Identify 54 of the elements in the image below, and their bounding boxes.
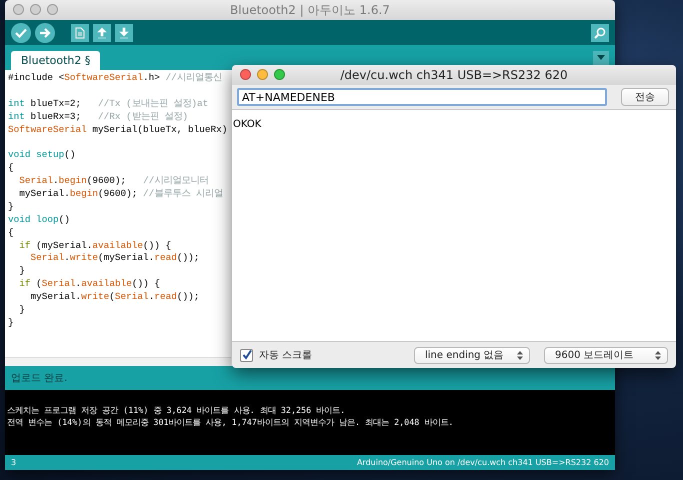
serial-monitor-button[interactable] xyxy=(591,24,609,42)
window-title: Bluetooth2 | 아두이노 1.6.7 xyxy=(230,2,390,18)
code-line: { xyxy=(8,226,14,240)
code-line: } xyxy=(8,316,14,330)
open-button[interactable] xyxy=(93,24,111,42)
console-line: 스케치는 프로그램 저장 공간 (11%) 중 3,624 바이트를 사용. 최대 32,256 바이트. xyxy=(7,404,346,416)
horizontal-scrollbar[interactable] xyxy=(5,357,231,366)
send-button[interactable]: 전송 xyxy=(621,88,669,106)
arrow-up-icon xyxy=(97,26,107,38)
line-ending-select[interactable]: line ending 없음 xyxy=(414,346,530,364)
new-button[interactable] xyxy=(71,24,89,42)
updown-icon xyxy=(655,350,661,360)
output-text: OKOK xyxy=(233,119,262,130)
window-control[interactable] xyxy=(240,69,251,80)
status-message: 업로드 완료. xyxy=(11,372,68,385)
checkmark-icon xyxy=(242,350,252,360)
code-line: int blueRx=3; //Rx (받는핀 설정) xyxy=(8,110,188,124)
code-line: SoftwareSerial mySerial(blueTx, blueRx) xyxy=(8,124,228,136)
arrow-down-icon xyxy=(119,26,129,38)
code-line: if (mySerial.available()) { xyxy=(18,240,172,252)
autoscroll-checkbox[interactable] xyxy=(240,348,253,362)
document-icon xyxy=(75,26,85,38)
checkbox-label: 자동 스크롤 xyxy=(259,349,312,362)
code-line: { xyxy=(8,162,14,176)
code-line: #include <SoftwareSerial.h> //시리얼통신 xyxy=(8,72,222,85)
save-button[interactable] xyxy=(115,24,133,42)
code-line: } xyxy=(18,304,25,317)
code-line: } xyxy=(8,200,14,214)
arrow-right-icon xyxy=(39,28,51,38)
verify-button[interactable] xyxy=(11,22,31,42)
baud-rate-select[interactable]: 9600 보드레이트 xyxy=(544,346,668,364)
file-tab[interactable]: Bluetooth2 § xyxy=(11,51,100,70)
input-field[interactable]: AT+NAMEDENEB xyxy=(237,88,607,106)
console-line: 전역 변수는 (14%)의 동적 메모리중 301바이트를 사용, 1,747바이트의 지역변수가 남은. 최대는 2,048 바이트. xyxy=(7,416,454,428)
code-line: Serial.write(mySerial.read()); xyxy=(30,252,200,266)
code-line: void loop() xyxy=(8,214,70,227)
code-line: void setup() xyxy=(8,149,76,162)
code-line: } xyxy=(18,265,25,278)
updown-icon xyxy=(517,350,523,360)
board-info: Arduino/Genuino Uno on /dev/cu.wch ch341 USB=>RS232 620 xyxy=(356,458,609,467)
window-title: /dev/cu.wch ch341 USB=>RS232 620 xyxy=(340,68,568,82)
code-line: int blueTx=2; //Tx (보내는핀 설정)at xyxy=(8,98,208,111)
code-line: mySerial.begin(9600); //블루투스 시리얼 xyxy=(18,188,223,201)
line-number: 3 xyxy=(11,458,16,467)
window-control[interactable] xyxy=(274,69,285,80)
upload-button[interactable] xyxy=(35,22,55,42)
tab-menu-button[interactable] xyxy=(593,50,609,64)
checkmark-icon xyxy=(15,28,27,38)
code-line: mySerial.write(Serial.read()); xyxy=(30,291,200,304)
magnifier-icon xyxy=(594,26,606,38)
code-line: if (Serial.available()) { xyxy=(18,278,160,292)
caret-icon xyxy=(597,55,605,60)
code-line: Serial.begin(9600); //시리얼모니터 xyxy=(18,175,208,188)
window-control[interactable] xyxy=(257,69,268,80)
